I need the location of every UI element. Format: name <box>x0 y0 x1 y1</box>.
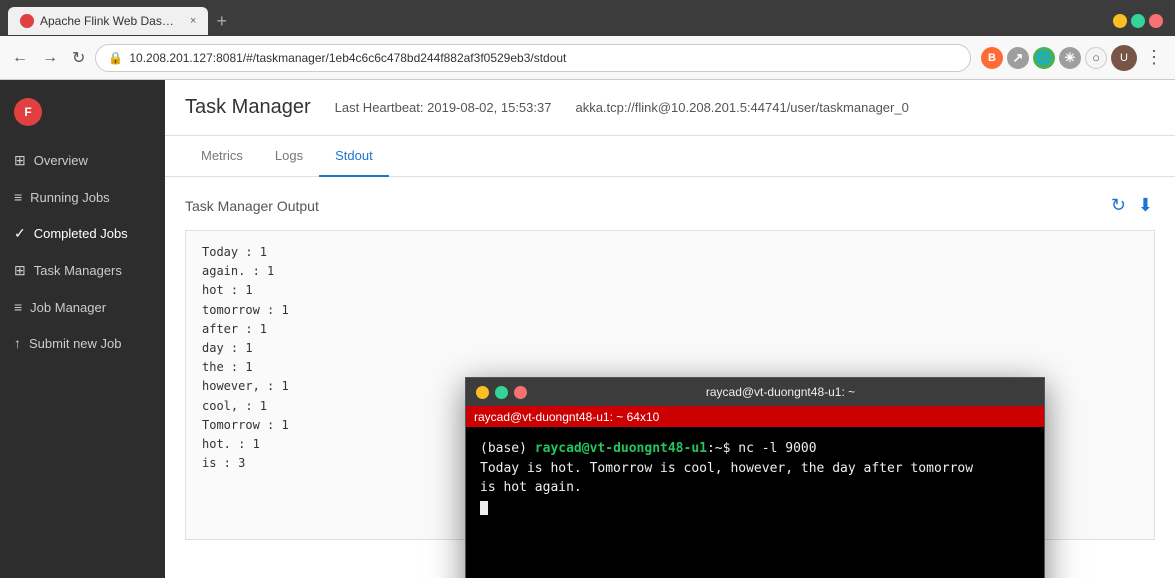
new-tab-button[interactable]: + <box>208 9 235 34</box>
browser-menu-button[interactable]: ⋮ <box>1141 47 1167 68</box>
lock-icon: 🔒 <box>108 51 123 65</box>
list-item: tomorrow : 1 <box>202 301 1138 320</box>
list-item: Today : 1 <box>202 243 1138 262</box>
app-layout: F ⊞ Overview ≡ Running Jobs ✓ Completed … <box>0 80 1175 578</box>
terminal-base-label: (base) <box>480 441 535 456</box>
list-item: after : 1 <box>202 320 1138 339</box>
terminal-close-button[interactable] <box>514 386 527 399</box>
sidebar-item-label: Submit new Job <box>29 336 122 351</box>
extension-circle-icon[interactable]: ○ <box>1085 47 1107 69</box>
download-button[interactable]: ⬇ <box>1136 193 1155 218</box>
submit-job-icon: ↑ <box>14 335 21 351</box>
sidebar-item-task-managers[interactable]: ⊞ Task Managers <box>0 252 165 289</box>
terminal-output-line2: is hot again. <box>480 478 1030 498</box>
user-avatar[interactable]: U <box>1111 45 1137 71</box>
window-minimize-button[interactable] <box>1113 14 1127 28</box>
sidebar-item-label: Overview <box>34 153 88 168</box>
akka-address: akka.tcp://flink@10.208.201.5:44741/user… <box>575 100 908 115</box>
extension-g-icon[interactable]: 🌐 <box>1033 47 1055 69</box>
reload-button[interactable]: ↻ <box>68 46 89 70</box>
terminal-tab[interactable]: raycad@vt-duongnt48-u1: ~ 64x10 <box>474 410 659 424</box>
terminal-cursor <box>480 501 488 515</box>
output-title: Task Manager Output <box>185 198 319 214</box>
sidebar-logo: F <box>0 88 165 142</box>
task-manager-meta: Last Heartbeat: 2019-08-02, 15:53:37 akk… <box>335 100 909 115</box>
sidebar-item-submit-job[interactable]: ↑ Submit new Job <box>0 325 165 361</box>
terminal-body[interactable]: (base) raycad@vt-duongnt48-u1:~$ nc -l 9… <box>466 427 1044 578</box>
main-content: Task Manager Last Heartbeat: 2019-08-02,… <box>165 80 1175 578</box>
sidebar-item-job-manager[interactable]: ≡ Job Manager <box>0 289 165 325</box>
url-text: 10.208.201.127:8081/#/taskmanager/1eb4c6… <box>129 51 566 65</box>
heartbeat-label: Last Heartbeat: 2019-08-02, 15:53:37 <box>335 100 552 115</box>
job-manager-icon: ≡ <box>14 299 22 315</box>
sidebar-item-completed-jobs[interactable]: ✓ Completed Jobs <box>0 215 165 252</box>
extension-gear-icon[interactable]: ✳ <box>1059 47 1081 69</box>
sidebar-item-label: Task Managers <box>34 263 122 278</box>
tab-close-button[interactable]: × <box>190 15 196 27</box>
list-item: the : 1 <box>202 358 1138 377</box>
terminal-window: raycad@vt-duongnt48-u1: ~ raycad@vt-duon… <box>465 377 1045 578</box>
sidebar-item-label: Running Jobs <box>30 190 110 205</box>
page-title: Task Manager <box>185 96 311 119</box>
url-bar[interactable]: 🔒 10.208.201.127:8081/#/taskmanager/1eb4… <box>95 44 971 72</box>
tab-navigation: Metrics Logs Stdout <box>165 136 1175 177</box>
back-button[interactable]: ← <box>8 47 32 69</box>
list-item: again. : 1 <box>202 262 1138 281</box>
list-item: hot : 1 <box>202 281 1138 300</box>
extension-arrow-icon[interactable]: ↗ <box>1007 47 1029 69</box>
window-controls <box>1113 14 1167 28</box>
running-jobs-icon: ≡ <box>14 189 22 205</box>
sidebar-item-label: Completed Jobs <box>34 226 128 241</box>
task-manager-header: Task Manager Last Heartbeat: 2019-08-02,… <box>165 80 1175 136</box>
sidebar-item-running-jobs[interactable]: ≡ Running Jobs <box>0 179 165 215</box>
address-bar: ← → ↻ 🔒 10.208.201.127:8081/#/taskmanage… <box>0 36 1175 80</box>
terminal-prompt-line: (base) raycad@vt-duongnt48-u1:~$ nc -l 9… <box>480 439 1030 459</box>
app-logo-icon: F <box>14 98 42 126</box>
extension-b-icon[interactable]: B <box>981 47 1003 69</box>
browser-chrome: Apache Flink Web Dashb... × + ← → ↻ 🔒 10… <box>0 0 1175 80</box>
window-close-button[interactable] <box>1149 14 1163 28</box>
terminal-maximize-button[interactable] <box>495 386 508 399</box>
favicon <box>20 14 34 28</box>
tab-metrics[interactable]: Metrics <box>185 136 259 177</box>
sidebar: F ⊞ Overview ≡ Running Jobs ✓ Completed … <box>0 80 165 578</box>
terminal-window-controls <box>476 386 527 399</box>
content-area: Task Manager Output ↻ ⬇ Today : 1 again.… <box>165 177 1175 578</box>
terminal-minimize-button[interactable] <box>476 386 489 399</box>
terminal-command: nc -l 9000 <box>730 441 816 456</box>
terminal-user-host: raycad@vt-duongnt48-u1 <box>535 441 707 456</box>
sidebar-item-overview[interactable]: ⊞ Overview <box>0 142 165 179</box>
list-item: day : 1 <box>202 339 1138 358</box>
tab-title: Apache Flink Web Dashb... <box>40 14 180 28</box>
terminal-output-line1: Today is hot. Tomorrow is cool, however,… <box>480 459 1030 479</box>
terminal-tab-bar: raycad@vt-duongnt48-u1: ~ 64x10 <box>466 406 1044 427</box>
output-actions: ↻ ⬇ <box>1109 193 1155 218</box>
browser-extensions: B ↗ 🌐 ✳ ○ U ⋮ <box>981 45 1167 71</box>
task-managers-icon: ⊞ <box>14 262 26 279</box>
forward-button[interactable]: → <box>38 47 62 69</box>
terminal-cursor-line <box>480 498 1030 518</box>
tab-logs[interactable]: Logs <box>259 136 319 177</box>
refresh-button[interactable]: ↻ <box>1109 193 1128 218</box>
terminal-path: :~$ <box>707 441 730 456</box>
tab-stdout[interactable]: Stdout <box>319 136 389 177</box>
sidebar-item-label: Job Manager <box>30 300 106 315</box>
tab-bar: Apache Flink Web Dashb... × + <box>0 0 1175 36</box>
output-header: Task Manager Output ↻ ⬇ <box>185 193 1155 218</box>
completed-jobs-icon: ✓ <box>14 225 26 242</box>
browser-tab-active[interactable]: Apache Flink Web Dashb... × <box>8 7 208 35</box>
terminal-title: raycad@vt-duongnt48-u1: ~ <box>527 385 1034 399</box>
window-maximize-button[interactable] <box>1131 14 1145 28</box>
overview-icon: ⊞ <box>14 152 26 169</box>
terminal-titlebar: raycad@vt-duongnt48-u1: ~ <box>466 378 1044 406</box>
